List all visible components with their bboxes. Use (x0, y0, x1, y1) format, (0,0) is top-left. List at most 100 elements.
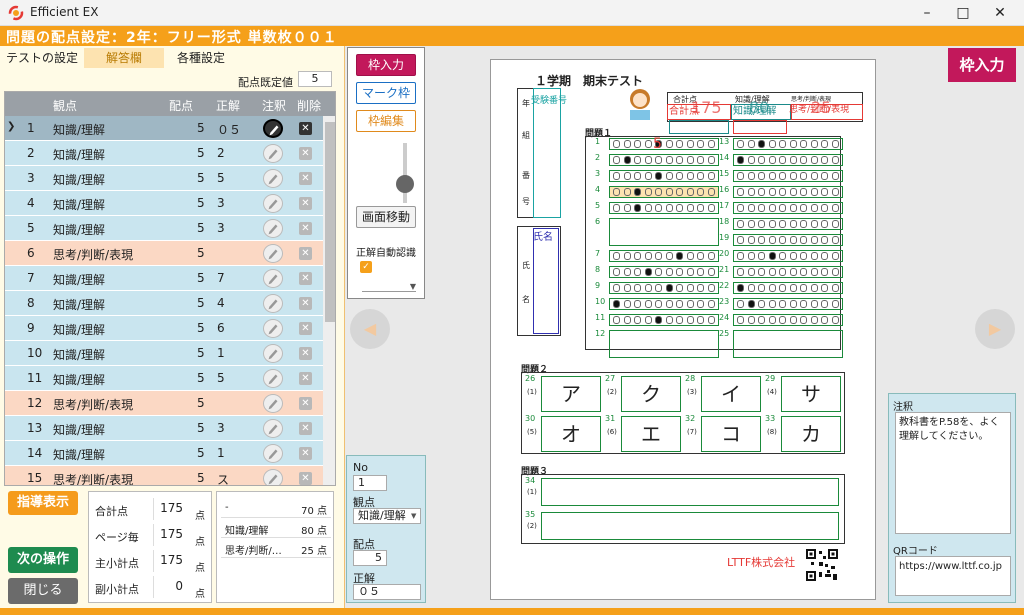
prop-no-field[interactable]: 1 (353, 475, 387, 491)
answer-bubble[interactable] (613, 156, 620, 164)
table-row[interactable]: 10 知識/理解 5 1 ✕ (5, 341, 323, 366)
answer-bubble[interactable] (768, 268, 776, 276)
answer-bubble[interactable] (831, 284, 839, 292)
tab-other-settings[interactable]: 各種設定 (166, 48, 236, 68)
answer-bubble[interactable] (644, 172, 652, 180)
answer-bubble[interactable] (623, 268, 631, 276)
answer-bubble[interactable] (800, 284, 807, 292)
answer-bubble[interactable] (613, 268, 620, 276)
answer-bubble[interactable] (613, 316, 620, 324)
answer-bubble[interactable] (821, 236, 828, 244)
answer-bubble[interactable] (697, 204, 704, 212)
row-points[interactable]: 5 (197, 421, 205, 435)
answer-bubble[interactable] (676, 204, 683, 212)
answer-bubble[interactable] (800, 316, 807, 324)
answer-bubble[interactable] (758, 156, 765, 164)
row-answer[interactable]: 1 (217, 446, 225, 460)
answer-bubble[interactable] (737, 204, 744, 212)
answer-bubble[interactable] (644, 204, 652, 212)
answer-bubble[interactable] (779, 268, 786, 276)
close-icon[interactable]: ✕ (983, 0, 1017, 26)
answer-bubble[interactable] (623, 284, 631, 292)
note-pencil-icon[interactable] (263, 419, 283, 438)
answer-bubble[interactable] (821, 172, 828, 180)
answer-bubble[interactable] (655, 172, 662, 180)
auto-recognize-dropdown[interactable]: ▼ (362, 282, 416, 292)
answer-bubble[interactable] (623, 252, 631, 260)
answer-bubble[interactable] (655, 188, 662, 196)
answer-bubble[interactable] (737, 236, 744, 244)
answer-bubble[interactable] (613, 252, 620, 260)
answer-bubble[interactable] (676, 172, 683, 180)
delete-row-icon[interactable]: ✕ (299, 347, 312, 360)
answer-bubble[interactable] (789, 252, 797, 260)
answer-bubble[interactable] (697, 172, 704, 180)
answer-bubble[interactable] (810, 268, 818, 276)
answer-bubble[interactable] (623, 316, 631, 324)
answer-bubble[interactable] (768, 300, 776, 308)
row-points[interactable]: 5 (197, 171, 205, 185)
answer-bubble[interactable] (800, 220, 807, 228)
answer-bubble[interactable] (768, 252, 776, 260)
answer-bubble[interactable] (800, 252, 807, 260)
auto-recognize-checkbox[interactable]: ✓ (360, 261, 372, 273)
answer-bubble[interactable] (686, 172, 694, 180)
answer-bubble[interactable] (831, 268, 839, 276)
answer-bubble[interactable] (634, 140, 641, 148)
answer-bubble[interactable] (831, 188, 839, 196)
answer-bubble[interactable] (821, 268, 828, 276)
note-textarea[interactable]: 教科書をP.58を、よく理解してください。 (895, 412, 1011, 534)
answer-bubble[interactable] (737, 220, 744, 228)
answer-bubble[interactable] (758, 316, 765, 324)
answer-bubble[interactable] (758, 252, 765, 260)
delete-row-icon[interactable]: ✕ (299, 322, 312, 335)
answer-bubble[interactable] (655, 300, 662, 308)
row-points[interactable]: 5 (197, 371, 205, 385)
q2-answer-frame[interactable]: コ (701, 416, 761, 452)
answer-bubble[interactable] (831, 316, 839, 324)
answer-bubble[interactable] (707, 268, 715, 276)
q3-answer-frame-1[interactable] (541, 478, 839, 506)
answer-bubble[interactable] (758, 220, 765, 228)
answer-bubble[interactable] (665, 316, 673, 324)
table-row[interactable]: 15 思考/判断/表現 5 ス ✕ (5, 466, 323, 485)
answer-bubble[interactable] (676, 140, 683, 148)
answer-bubble[interactable] (821, 140, 828, 148)
answer-bubble[interactable] (613, 300, 620, 308)
answer-bubble[interactable] (665, 284, 673, 292)
answer-bubble[interactable] (810, 284, 818, 292)
answer-bubble[interactable] (821, 220, 828, 228)
answer-bubble[interactable] (779, 316, 786, 324)
answer-bubble[interactable] (737, 268, 744, 276)
answer-bubble[interactable] (644, 252, 652, 260)
delete-row-icon[interactable]: ✕ (299, 247, 312, 260)
answer-bubble[interactable] (676, 300, 683, 308)
prev-page-icon[interactable]: ◀ (350, 309, 390, 349)
tab-test-settings[interactable]: テストの設定 (2, 48, 82, 68)
answer-bubble[interactable] (831, 204, 839, 212)
answer-bubble[interactable] (810, 316, 818, 324)
answer-bubble[interactable] (821, 284, 828, 292)
answer-bubble[interactable] (634, 300, 641, 308)
answer-bubble[interactable] (747, 220, 755, 228)
answer-bubble[interactable] (747, 236, 755, 244)
answer-bubble[interactable] (737, 140, 744, 148)
answer-bubble[interactable] (665, 268, 673, 276)
answer-bubble[interactable] (810, 236, 818, 244)
note-pencil-icon[interactable] (263, 469, 283, 485)
row-points[interactable]: 5 (197, 121, 205, 135)
answer-bubble[interactable] (665, 156, 673, 164)
answer-bubble[interactable] (800, 172, 807, 180)
row-answer[interactable]: 5 (217, 371, 225, 385)
mark-frame-button[interactable]: マーク枠 (356, 82, 416, 104)
q2-answer-frame[interactable]: イ (701, 376, 761, 412)
row-points[interactable]: 5 (197, 321, 205, 335)
answer-bubble[interactable] (789, 268, 797, 276)
tab-answer-fields[interactable]: 解答欄 (84, 48, 164, 68)
qr-url-field[interactable]: https://www.lttf.co.jp (895, 556, 1011, 596)
note-pencil-icon[interactable] (263, 269, 283, 288)
next-action-button[interactable]: 次の操作 (8, 547, 78, 573)
row-points[interactable]: 5 (197, 221, 205, 235)
answer-bubble[interactable] (758, 236, 765, 244)
answer-bubble[interactable] (747, 140, 755, 148)
